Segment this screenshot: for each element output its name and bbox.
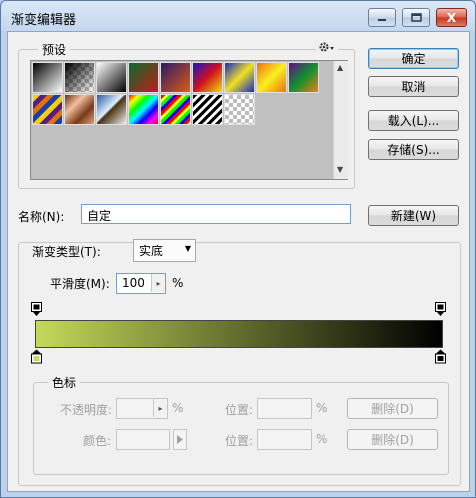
location-input-1[interactable] (257, 398, 312, 419)
opacity-stop-right[interactable] (435, 302, 446, 317)
delete-opacity-stop-button[interactable]: 删除(D) (347, 398, 438, 419)
save-button[interactable]: 存储(S)... (368, 139, 459, 160)
maximize-button[interactable] (402, 8, 430, 27)
opacity-stop-left[interactable] (31, 302, 42, 317)
preset-transparent-rainbow[interactable] (160, 94, 191, 125)
preset-black-white[interactable] (32, 62, 63, 93)
presets-scrollbar[interactable]: ▲ ▼ (333, 61, 348, 179)
play-arrow-icon (177, 435, 183, 444)
preset-copper[interactable] (64, 94, 95, 125)
color-stop-left[interactable] (31, 349, 42, 364)
location-label-2: 位置: (225, 434, 254, 448)
smoothness-unit: % (172, 276, 184, 290)
scroll-down-icon[interactable]: ▼ (337, 165, 343, 174)
minimize-button[interactable] (368, 8, 396, 27)
smoothness-input[interactable]: 100 ▸ (116, 273, 166, 294)
presets-legend: 预设 (38, 41, 71, 58)
opacity-spin-icon[interactable]: ▸ (153, 399, 167, 417)
maximize-icon (410, 13, 422, 22)
title-bar[interactable]: 渐变编辑器 X (1, 1, 475, 31)
location-label-1: 位置: (225, 403, 254, 417)
close-icon: X (446, 10, 457, 25)
opacity-unit: % (172, 401, 184, 415)
color-menu-button[interactable] (173, 429, 187, 450)
location-unit-2: % (316, 432, 328, 446)
new-button[interactable]: 新建(W) (368, 205, 459, 226)
preset-swatches: ▲ ▼ (30, 60, 348, 180)
opacity-label: 不透明度: (60, 403, 113, 417)
cancel-button[interactable]: 取消 (368, 76, 459, 97)
smoothness-spin-icon[interactable]: ▸ (151, 274, 165, 292)
name-input[interactable]: 自定 (81, 204, 351, 224)
preset-orange-yellow-orange[interactable] (256, 62, 287, 93)
dialog-body: 预设 ▲ ▼ 确定 取消 载入(L)... 存储(S)... 名称(N): 自定… (7, 31, 470, 492)
preset-yellow-violet-orange-blue[interactable] (32, 94, 63, 125)
color-swatch-input[interactable] (116, 429, 170, 450)
gradient-preview-bar[interactable] (35, 320, 443, 348)
load-button[interactable]: 载入(L)... (368, 110, 459, 131)
gradient-type-value: 实底 (139, 244, 164, 258)
gradient-type-label: 渐变类型(T): (28, 243, 105, 260)
chevron-down-icon: ▼ (184, 244, 191, 253)
preset-violet-orange[interactable] (160, 62, 191, 93)
color-label: 颜色: (83, 434, 112, 448)
preset-blue-red-yellow[interactable] (192, 62, 223, 93)
name-label: 名称(N): (18, 210, 65, 224)
color-stop-right[interactable] (435, 349, 446, 364)
preset-white-black[interactable] (96, 62, 127, 93)
scroll-up-icon[interactable]: ▲ (337, 63, 343, 72)
preset-violet-green-orange[interactable] (288, 62, 319, 93)
smoothness-label: 平滑度(M): (50, 277, 110, 291)
preset-red-green[interactable] (128, 62, 159, 93)
preset-blue-yellow-blue[interactable] (224, 62, 255, 93)
preset-black-transparent[interactable] (64, 62, 95, 93)
ok-button[interactable]: 确定 (368, 48, 459, 69)
delete-color-stop-button[interactable]: 删除(D) (347, 429, 438, 450)
window-title: 渐变编辑器 (11, 13, 77, 28)
preset-transparent[interactable] (224, 94, 255, 125)
preset-chrome[interactable] (96, 94, 127, 125)
gradient-type-select[interactable]: 实底 ▼ (133, 239, 196, 262)
minimize-icon (378, 18, 386, 21)
preset-spectrum[interactable] (128, 94, 159, 125)
color-stops-legend: 色标 (48, 374, 81, 391)
smoothness-value: 100 (122, 276, 145, 290)
close-button[interactable]: X (436, 8, 467, 27)
location-input-2[interactable] (257, 429, 312, 450)
gear-icon[interactable] (316, 41, 338, 56)
location-unit-1: % (316, 401, 328, 415)
preset-transparent-stripes[interactable] (192, 94, 223, 125)
opacity-input[interactable]: ▸ (116, 398, 168, 419)
gradient-editor-window: 渐变编辑器 X 预设 ▲ ▼ 确定 取消 载入(L)... 存储(S)... 名… (0, 0, 476, 498)
